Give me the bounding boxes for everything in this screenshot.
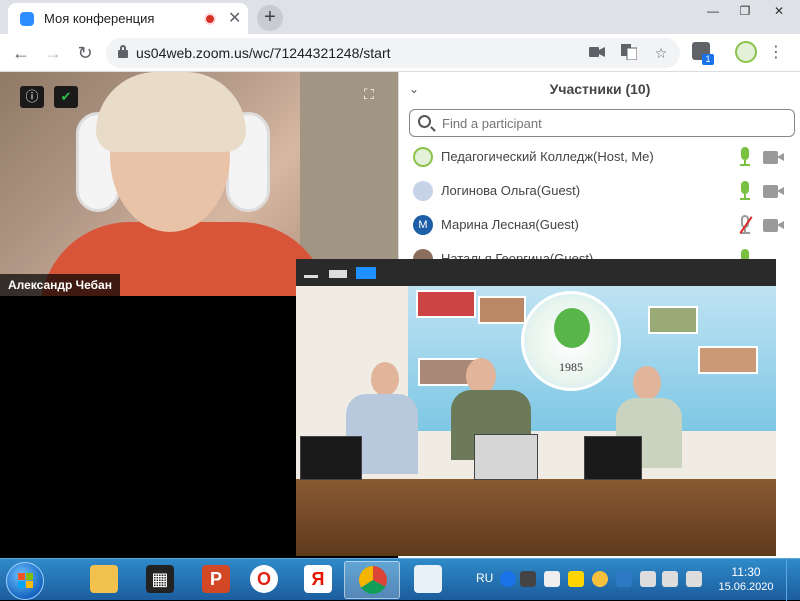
camera-icon[interactable]: [763, 151, 785, 164]
attendee-face: [633, 366, 661, 400]
extension-badge: 1: [702, 54, 714, 65]
powerpoint-icon: P: [202, 565, 230, 593]
taskbar-video-player[interactable]: ▦: [132, 561, 188, 599]
banner-photo: [478, 296, 526, 324]
taskbar-chrome[interactable]: [344, 561, 400, 599]
mic-icon[interactable]: [739, 147, 751, 167]
bookmark-star-icon[interactable]: ☆: [652, 44, 670, 62]
tray-arrow-icon[interactable]: [520, 571, 536, 587]
speaker-name-label: Александр Чебан: [0, 274, 120, 296]
film-icon: ▦: [146, 565, 174, 593]
collapse-panel-icon[interactable]: ⌄: [409, 82, 419, 96]
window-minimize-button[interactable]: —: [696, 0, 730, 22]
browser-tab[interactable]: Моя конференция ✕: [8, 3, 248, 34]
tray-app-icon[interactable]: [592, 571, 608, 587]
start-button[interactable]: [6, 562, 44, 600]
participant-avatar: [413, 147, 433, 167]
window-close-button[interactable]: ✕: [762, 0, 796, 22]
participant-row[interactable]: Педагогический Колледж(Host, Me): [399, 140, 800, 174]
url-text[interactable]: us04web.zoom.us/wc/71244321248/start: [136, 45, 391, 61]
tray-app-icon[interactable]: [616, 571, 632, 587]
new-tab-button[interactable]: +: [257, 5, 283, 31]
clock-time[interactable]: 11:30: [716, 565, 776, 579]
taskbar-file-explorer[interactable]: [76, 561, 132, 599]
language-indicator[interactable]: RU: [476, 571, 493, 585]
minimize-view-button[interactable]: [304, 275, 318, 278]
camera-icon[interactable]: [763, 219, 785, 232]
laptop: [474, 434, 538, 480]
profile-avatar-icon[interactable]: [735, 41, 757, 63]
clock-date[interactable]: 15.06.2020: [716, 581, 776, 593]
participant-avatar: [413, 181, 433, 201]
tab-title: Моя конференция: [44, 11, 155, 26]
camera-permission-icon[interactable]: [588, 44, 606, 62]
translate-icon[interactable]: [620, 44, 638, 62]
back-button[interactable]: ←: [8, 40, 34, 66]
normal-view-button[interactable]: [329, 270, 347, 278]
participant-search[interactable]: [409, 109, 795, 137]
encryption-shield-icon[interactable]: ✔: [54, 86, 78, 108]
browser-menu-icon[interactable]: ⋮: [768, 42, 784, 62]
taskbar-yandex-browser[interactable]: Я: [290, 561, 346, 599]
folder-icon: [90, 565, 118, 593]
windows-logo-icon: [18, 573, 34, 589]
taskbar-paint[interactable]: [400, 561, 456, 599]
laptop: [584, 436, 642, 480]
emblem-year: 1985: [559, 360, 583, 374]
speaker-hair: [96, 72, 246, 152]
participant-avatar: M: [413, 215, 433, 235]
tab-close-icon[interactable]: ✕: [228, 8, 241, 28]
address-bar[interactable]: us04web.zoom.us/wc/71244321248/start ☆: [106, 38, 680, 68]
recording-indicator-icon: [204, 13, 216, 25]
laptop: [300, 436, 362, 480]
camera-icon[interactable]: [763, 185, 785, 198]
mic-icon[interactable]: [739, 181, 751, 201]
zoom-favicon-icon: [20, 12, 34, 26]
windows-taskbar: ▦ P O Я RU 11:30 15.06.2020: [0, 558, 800, 601]
participants-title: Участники (10): [549, 81, 651, 97]
conference-desk: [296, 479, 776, 556]
paint-icon: [414, 565, 442, 593]
help-tray-icon[interactable]: [500, 571, 516, 587]
chrome-icon: [359, 566, 387, 594]
attendee-face: [371, 362, 399, 396]
participant-name: Логинова Ольга(Guest): [441, 183, 581, 198]
fullscreen-icon[interactable]: ⛶: [364, 86, 374, 103]
window-restore-button[interactable]: ❐: [728, 0, 762, 22]
participant-row[interactable]: M Марина Лесная(Guest): [399, 208, 800, 242]
network-icon[interactable]: [640, 571, 656, 587]
taskbar-opera[interactable]: O: [236, 561, 292, 599]
meeting-info-icon[interactable]: ⓘ: [20, 86, 44, 108]
banner-photo: [648, 306, 698, 334]
tray-app-icon[interactable]: [568, 571, 584, 587]
mic-muted-icon[interactable]: [739, 215, 753, 235]
browser-tab-strip: Моя конференция ✕ + — ❐ ✕: [0, 0, 800, 34]
participant-name: Марина Лесная(Guest): [441, 217, 579, 232]
reload-button[interactable]: ↻: [72, 40, 98, 66]
yandex-icon: Я: [304, 565, 332, 593]
floating-window-titlebar[interactable]: [296, 259, 776, 286]
flag-icon[interactable]: [686, 571, 702, 587]
banner-photo: [698, 346, 758, 374]
attendee-face: [466, 358, 496, 394]
search-input[interactable]: [442, 114, 782, 132]
floating-video-window[interactable]: 1985: [296, 259, 776, 556]
search-icon: [418, 115, 431, 128]
participant-row[interactable]: Логинова Ольга(Guest): [399, 174, 800, 208]
browser-toolbar: ← → ↻ us04web.zoom.us/wc/71244321248/sta…: [0, 34, 800, 72]
volume-icon[interactable]: [662, 571, 678, 587]
lock-icon: [118, 45, 128, 58]
show-desktop-button[interactable]: [786, 559, 800, 601]
large-view-button[interactable]: [356, 267, 376, 279]
participant-name: Педагогический Колледж(Host, Me): [441, 149, 654, 164]
tray-app-icon[interactable]: [544, 571, 560, 587]
banner-photo: [416, 290, 476, 318]
forward-button[interactable]: →: [40, 40, 66, 66]
opera-icon: O: [250, 565, 278, 593]
college-emblem: 1985: [521, 291, 621, 391]
shared-room-video: 1985: [296, 286, 776, 556]
emblem-tree: [554, 308, 590, 348]
